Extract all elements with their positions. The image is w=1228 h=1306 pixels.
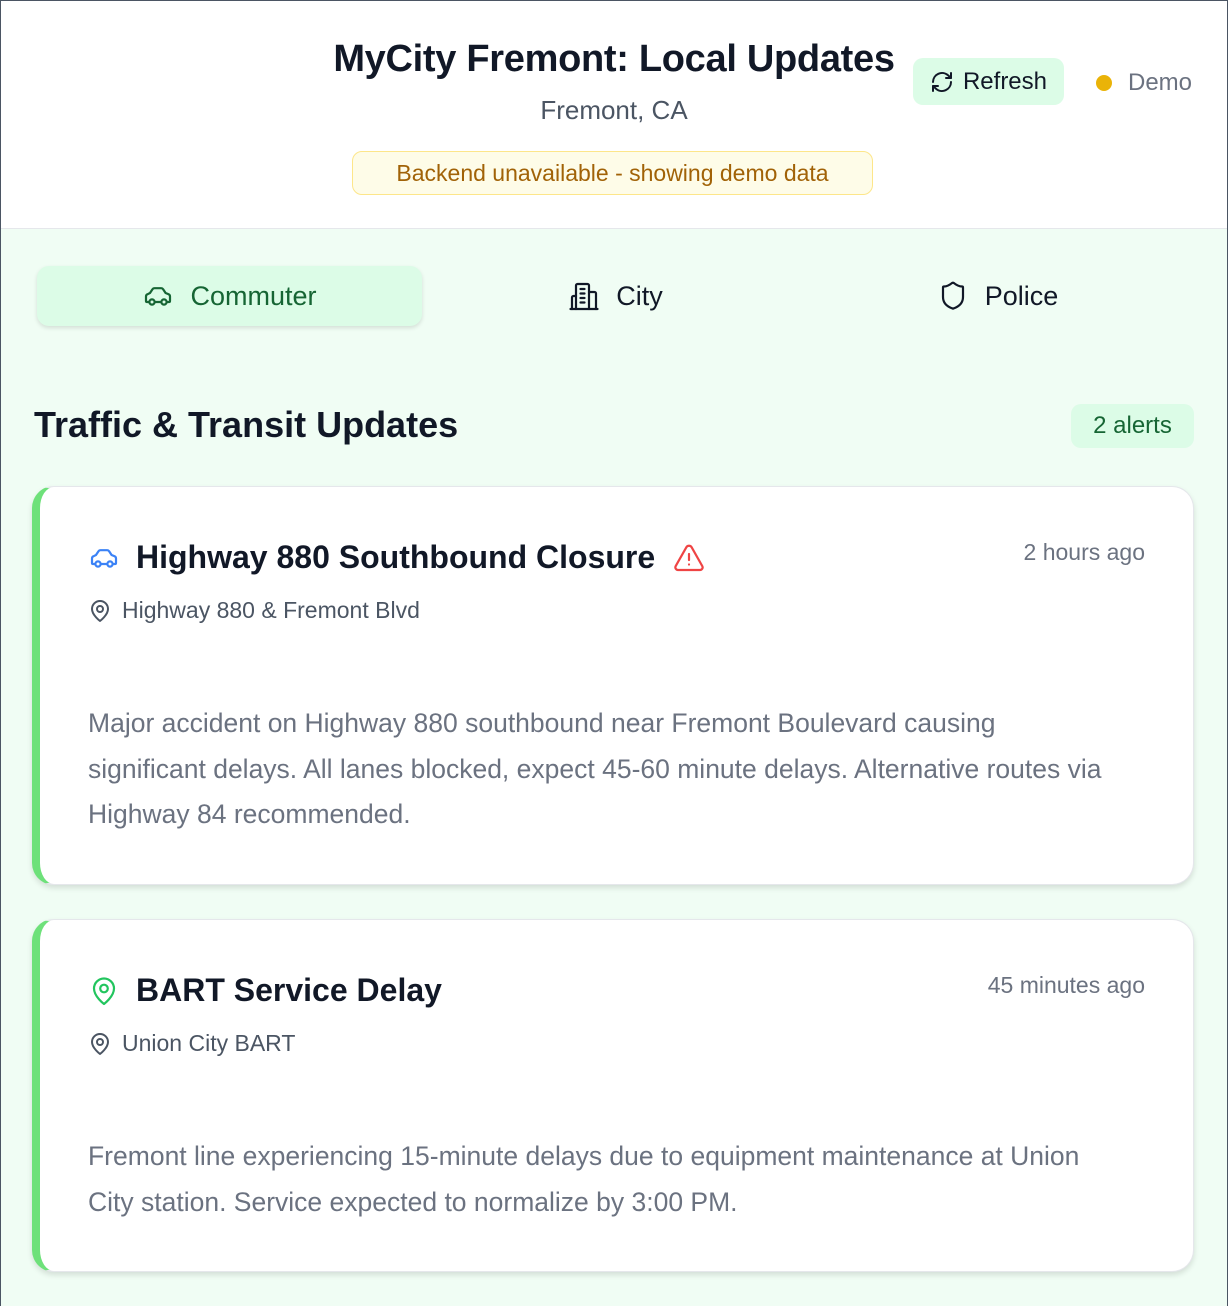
alert-card-header: Highway 880 Southbound Closure — [88, 539, 705, 576]
alert-description: Fremont line experiencing 15-minute dela… — [88, 1141, 1080, 1217]
car-icon — [145, 287, 172, 306]
building-icon — [569, 282, 599, 311]
category-tabs: Commuter City Police — [0, 266, 1228, 328]
map-pin-icon — [88, 975, 120, 1007]
alert-timestamp: 45 minutes ago — [987, 972, 1145, 998]
refresh-label: Refresh — [962, 67, 1048, 95]
alert-title: Highway 880 Southbound Closure — [136, 539, 656, 575]
map-pin-icon — [91, 599, 109, 622]
alert-location-text: Highway 880 & Fremont Blvd — [122, 597, 420, 623]
alert-card-header: BART Service Delay — [88, 972, 442, 1009]
section-title: Traffic & Transit Updates — [34, 404, 459, 445]
tab-city[interactable]: City — [423, 266, 808, 326]
tab-commuter[interactable]: Commuter — [37, 266, 422, 326]
tab-label-police: Police — [984, 280, 1059, 311]
tab-label-commuter: Commuter — [190, 280, 317, 311]
tab-label-city: City — [616, 280, 663, 311]
alert-description: Major accident on Highway 880 southbound… — [88, 708, 1102, 829]
warning-triangle-icon — [674, 544, 704, 571]
alert-card[interactable]: Highway 880 Southbound Closure 2 hours a… — [32, 486, 1194, 885]
status-dot-icon — [1096, 75, 1112, 91]
map-pin-icon — [91, 1032, 109, 1055]
alert-card[interactable]: BART Service Delay 45 minutes ago Union … — [32, 919, 1194, 1272]
app-header: MyCity Fremont: Local Updates Fremont, C… — [0, 0, 1228, 229]
connection-status: Demo — [1096, 66, 1192, 100]
backend-status-banner: Backend unavailable - showing demo data — [352, 151, 873, 195]
tab-police[interactable]: Police — [805, 266, 1190, 326]
refresh-button[interactable]: Refresh — [913, 58, 1064, 105]
alert-title: BART Service Delay — [136, 972, 442, 1008]
alert-count-badge: 2 alerts — [1071, 404, 1194, 448]
alert-location-text: Union City BART — [122, 1030, 296, 1056]
status-label: Demo — [1128, 69, 1193, 96]
car-icon — [88, 542, 120, 574]
alert-timestamp: 2 hours ago — [1023, 539, 1145, 565]
refresh-icon — [931, 71, 952, 92]
shield-icon — [941, 281, 964, 310]
alert-location: Union City BART — [88, 1030, 295, 1057]
alert-location: Highway 880 & Fremont Blvd — [88, 597, 420, 624]
